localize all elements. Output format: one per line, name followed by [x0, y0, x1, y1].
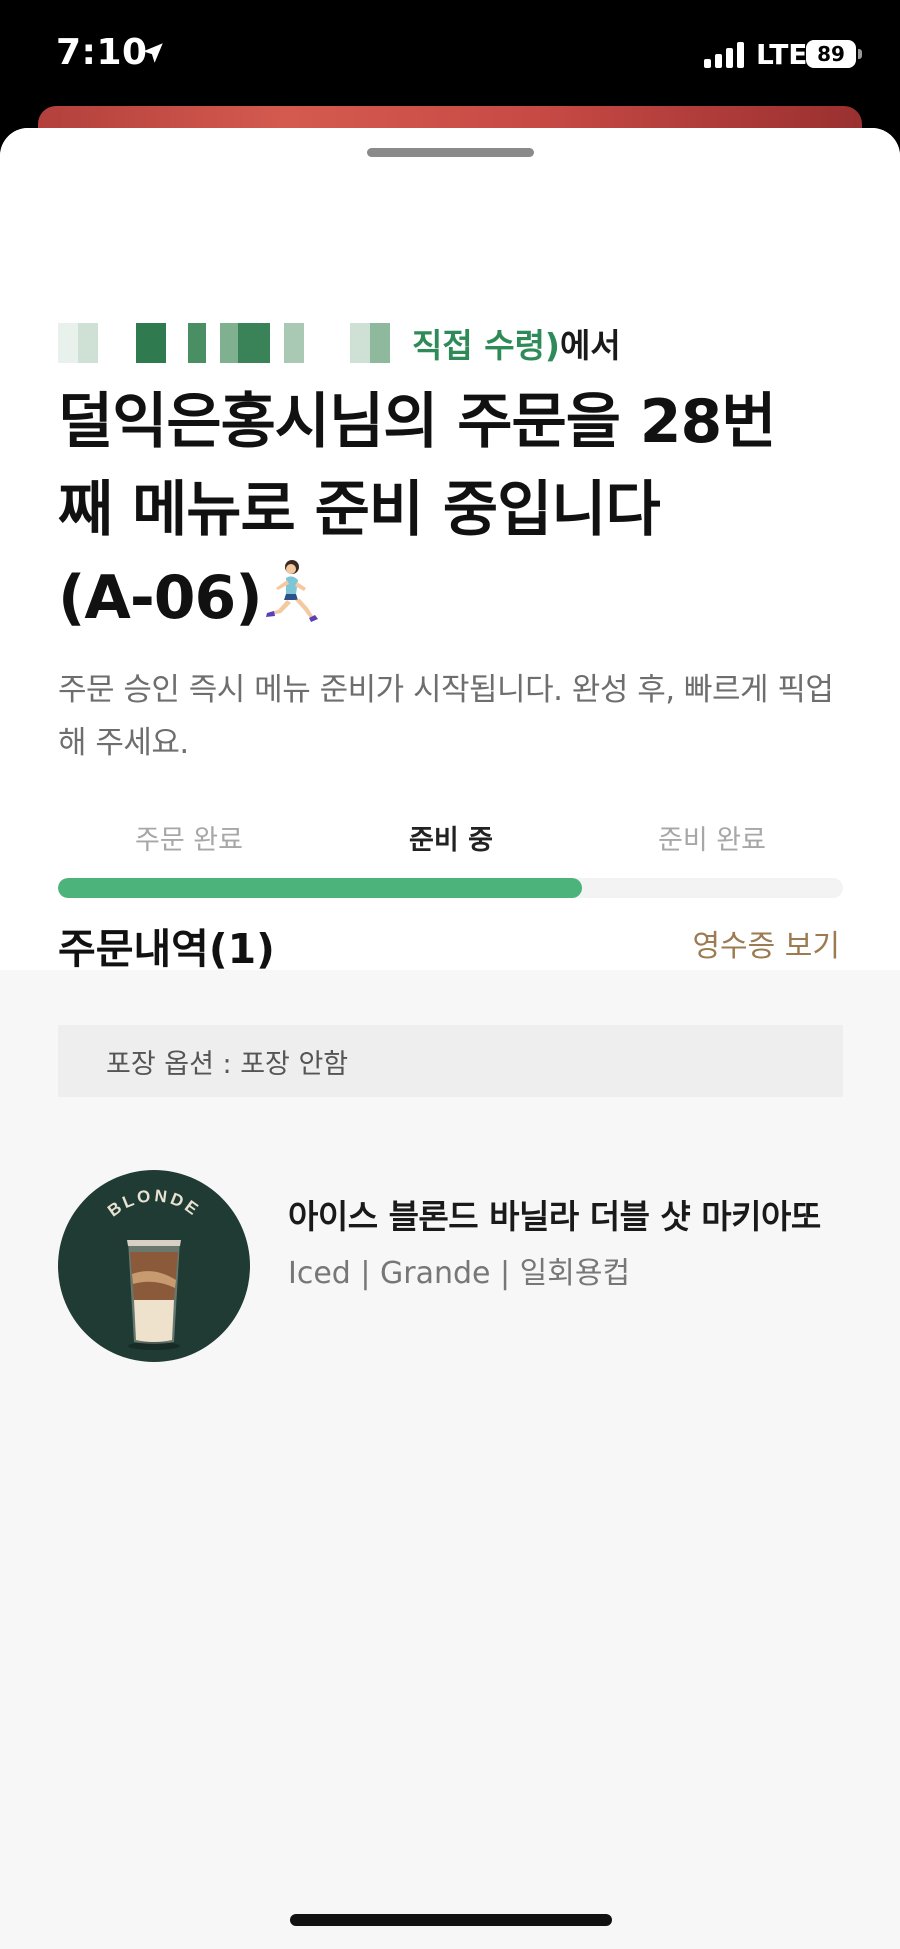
item-name: 아이스 블론드 바닐라 더블 샷 마키아또	[288, 1197, 821, 1236]
battery-icon: 89	[806, 40, 856, 68]
order-status-sheet: 직접 수령) 에서 덜익은홍시님의 주문을 28번 째 메뉴로 준비 중입니다 …	[0, 128, 900, 1949]
packaging-option-box: 포장 옵션 : 포장 안함	[58, 1025, 843, 1097]
progress-steps: 주문 완료 준비 중 준비 완료	[58, 818, 843, 858]
network-type: LTE	[756, 38, 808, 71]
headline-line-2: 째 메뉴로 준비 중입니다	[58, 475, 661, 545]
store-name-redacted	[58, 323, 406, 363]
progress-bar	[58, 878, 843, 898]
order-status-description: 주문 승인 즉시 메뉴 준비가 시작됩니다. 완성 후, 빠르게 픽업해 주세요…	[58, 672, 834, 761]
packaging-option-text: 포장 옵션 : 포장 안함	[106, 1048, 349, 1080]
step-ready: 준비 완료	[658, 825, 766, 856]
sheet-grabber[interactable]	[367, 148, 534, 157]
order-history-title: 주문내역(1)	[58, 925, 275, 973]
running-woman-icon	[265, 560, 318, 622]
order-status-headline: 덜익은홍시님의 주문을 28번 째 메뉴로 준비 중입니다 (A-06)	[58, 378, 858, 642]
store-pickup-method: 직접 수령)	[412, 326, 561, 365]
store-suffix: 에서	[560, 326, 621, 365]
status-bar: 7:10 LTE 89	[0, 0, 900, 110]
order-item[interactable]: BLONDE 아이스 블론드 바닐라 더블 샷 마키아또 Iced | Gran…	[58, 1170, 848, 1370]
store-line: 직접 수령) 에서	[58, 316, 621, 370]
order-status-header: 직접 수령) 에서 덜익은홍시님의 주문을 28번 째 메뉴로 준비 중입니다 …	[0, 128, 900, 970]
step-preparing: 준비 중	[409, 825, 493, 856]
item-options: Iced | Grande | 일회용컵	[288, 1256, 631, 1291]
location-arrow-icon	[143, 43, 163, 63]
view-receipt-link[interactable]: 영수증 보기	[692, 921, 840, 965]
headline-line-3: (A-06)	[58, 554, 858, 642]
headline-line-1: 덜익은홍시님의 주문을 28번	[58, 387, 776, 457]
step-order-complete: 주문 완료	[135, 825, 243, 856]
status-time: 7:10	[56, 32, 148, 73]
order-number: (A-06)	[58, 563, 263, 633]
battery-cap	[858, 49, 862, 59]
home-indicator[interactable]	[290, 1914, 612, 1926]
cellular-signal-icon	[704, 42, 744, 68]
drink-image: BLONDE	[58, 1170, 250, 1362]
battery-level: 89	[817, 42, 845, 66]
screen: 7:10 LTE 89 직접 수령) 에서 덜익은홍시님의 주문을 28번 째 …	[0, 0, 900, 1949]
progress-bar-fill	[58, 878, 582, 898]
